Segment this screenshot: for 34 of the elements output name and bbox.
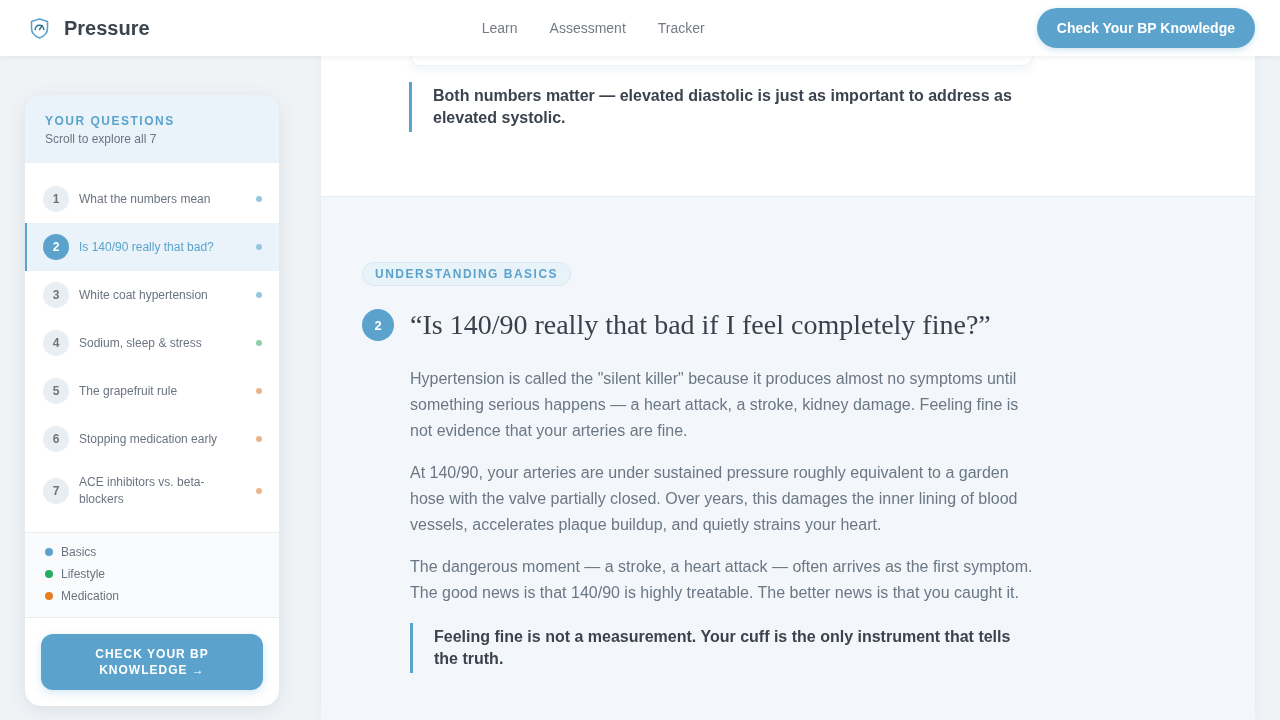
legend-label: Medication	[61, 589, 120, 603]
question-number: 2	[43, 234, 69, 260]
category-tag: UNDERSTANDING BASICS	[362, 262, 572, 286]
question-number: 5	[43, 378, 69, 404]
legend-label: Basics	[61, 545, 97, 559]
callout: Both numbers matter — elevated diastolic is just as important to address as elevated systolic.	[409, 82, 1023, 132]
question-item[interactable]: 5 The grapefruit rule	[25, 367, 279, 415]
check-knowledge-button[interactable]: CHECK YOUR BP KNOWLEDGE →	[41, 634, 263, 690]
question-number: 1	[43, 186, 69, 212]
legend-label: Lifestyle	[61, 567, 106, 581]
question-item[interactable]: 2 Is 140/90 really that bad?	[25, 223, 279, 271]
question-number: 3	[43, 282, 69, 308]
question-item[interactable]: 1 What the numbers mean	[25, 175, 279, 223]
callout: Feeling fine is not a measurement. Your cuff is the only instrument that tells the truth.	[410, 623, 1024, 673]
question-number: 6	[43, 426, 69, 452]
paragraph: The dangerous moment — a stroke, a heart attack — often arrives as the first symptom. The good news is that 140/90 is highly treatable. The better news is that you caught it.	[410, 557, 1034, 603]
nav-link[interactable]: Assessment	[549, 19, 626, 37]
sidebar-title: YOUR QUESTIONS	[45, 114, 176, 128]
question-number: 7	[43, 478, 69, 504]
paragraph: Hypertension is called the "silent killer" because it produces almost no symptoms until something serious happens — a heart attack, a stroke, kidney damage. Feeling fine is not evidence that your arteries are fine.	[410, 369, 1020, 441]
paragraph: At 140/90, your arteries are under sustained pressure roughly equivalent to a garden hose with the valve partially closed. Over years, this damages the inner lining of blood vessels, accelerates plaque buildup, and quietly strains your heart.	[410, 463, 1019, 535]
question-item[interactable]: 7 ACE inhibitors vs. beta-blockers	[25, 463, 279, 519]
nav-link[interactable]: Learn	[481, 19, 518, 37]
shield-icon	[30, 17, 49, 39]
question-item[interactable]: 3 White coat hypertension	[25, 271, 279, 319]
sidebar-subtitle: Scroll to explore all 7	[45, 132, 158, 146]
question-number: 4	[43, 330, 69, 356]
brand-name: Pressure	[64, 16, 150, 40]
nav-link[interactable]: Tracker	[657, 19, 705, 37]
question-number: 2	[362, 309, 394, 341]
question-item[interactable]: 4 Sodium, sleep & stress	[25, 319, 279, 367]
cta-button[interactable]: Check Your BP Knowledge	[1036, 8, 1255, 48]
question-item[interactable]: 6 Stopping medication early	[25, 415, 279, 463]
question-heading: “Is 140/90 really that bad if I feel completely fine?”	[410, 308, 991, 342]
